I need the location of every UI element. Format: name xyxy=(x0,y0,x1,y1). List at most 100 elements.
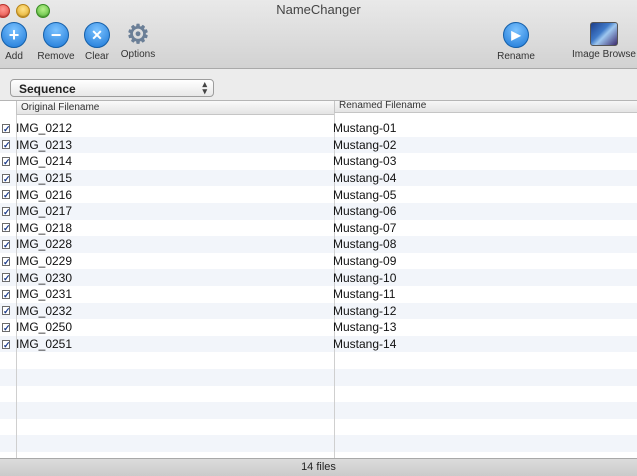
row-stripe xyxy=(0,203,637,220)
row-stripe xyxy=(0,402,637,419)
original-filename: IMG_0214 xyxy=(16,154,73,169)
table-row-original[interactable]: ✓ IMG_0250 xyxy=(0,319,72,336)
original-filename: IMG_0229 xyxy=(16,254,73,269)
row-stripe xyxy=(0,369,637,386)
original-filename: IMG_0212 xyxy=(16,121,73,136)
table-row-renamed[interactable]: Mustang-11 xyxy=(333,286,395,303)
table-row-renamed[interactable]: Mustang-06 xyxy=(333,203,396,220)
renamed-filename: Mustang-08 xyxy=(333,237,397,252)
original-filename: IMG_0216 xyxy=(16,187,73,202)
options-button[interactable]: ⚙ Options xyxy=(117,19,159,60)
table-row-original[interactable]: ✓ IMG_0251 xyxy=(0,336,72,353)
original-filename: IMG_0215 xyxy=(16,171,73,186)
table-row-original[interactable]: ✓ IMG_0231 xyxy=(0,286,72,303)
column-header-renamed[interactable]: Renamed Filename xyxy=(334,101,637,113)
table-row-renamed[interactable]: Mustang-03 xyxy=(333,153,396,170)
row-checkbox[interactable]: ✓ xyxy=(2,156,10,166)
original-filename: IMG_0232 xyxy=(16,303,73,318)
photo-icon xyxy=(590,22,618,46)
renamed-filename: Mustang-03 xyxy=(333,154,397,169)
rename-button[interactable]: ▶ Rename xyxy=(492,22,540,62)
file-count: 14 files xyxy=(301,461,336,473)
row-stripe xyxy=(0,253,637,270)
row-checkbox[interactable]: ✓ xyxy=(2,322,10,332)
column-header-original[interactable]: Original Filename xyxy=(16,101,334,115)
plus-circle-icon: + xyxy=(1,22,27,48)
image-browser-button[interactable]: Image Browse xyxy=(568,22,637,60)
table-row-original[interactable]: ✓ IMG_0218 xyxy=(0,220,72,237)
row-checkbox[interactable]: ✓ xyxy=(2,223,10,233)
row-checkbox[interactable]: ✓ xyxy=(2,123,10,133)
table-row-original[interactable]: ✓ IMG_0228 xyxy=(0,236,72,253)
row-stripe xyxy=(0,153,637,170)
row-stripe xyxy=(0,419,637,436)
table-row-renamed[interactable]: Mustang-14 xyxy=(333,336,396,353)
table-row-renamed[interactable]: Mustang-01 xyxy=(333,120,396,137)
table-row-original[interactable]: ✓ IMG_0216 xyxy=(0,186,72,203)
row-stripe xyxy=(0,220,637,237)
x-circle-icon: ✕ xyxy=(84,22,110,48)
table-row-original[interactable]: ✓ IMG_0217 xyxy=(0,203,72,220)
row-checkbox[interactable]: ✓ xyxy=(2,239,10,249)
table-row-renamed[interactable]: Mustang-04 xyxy=(333,170,396,187)
table-row-renamed[interactable]: Mustang-05 xyxy=(333,186,396,203)
renamed-filename: Mustang-11 xyxy=(333,287,396,302)
original-filename: IMG_0217 xyxy=(16,204,73,219)
row-stripe xyxy=(0,335,637,353)
row-checkbox[interactable]: ✓ xyxy=(2,306,10,316)
table-row-renamed[interactable]: Mustang-13 xyxy=(333,319,396,336)
table-row-original[interactable]: ✓ IMG_0212 xyxy=(0,120,72,137)
add-button[interactable]: + Add xyxy=(0,22,34,62)
row-checkbox[interactable]: ✓ xyxy=(2,206,10,216)
row-checkbox[interactable]: ✓ xyxy=(2,190,10,200)
row-checkbox[interactable]: ✓ xyxy=(2,289,10,299)
table-row-renamed[interactable]: Mustang-10 xyxy=(333,269,396,286)
row-checkbox[interactable]: ✓ xyxy=(2,256,10,266)
add-label: Add xyxy=(5,51,23,62)
rename-label: Rename xyxy=(497,51,535,62)
row-stripe xyxy=(0,186,637,203)
image-browser-label: Image Browse xyxy=(572,49,636,60)
table-row-original[interactable]: ✓ IMG_0232 xyxy=(0,303,72,320)
table-row-renamed[interactable]: Mustang-08 xyxy=(333,236,396,253)
original-filename: IMG_0250 xyxy=(16,320,73,335)
toolbar: NameChanger + Add − Remove ✕ Clear ⚙ Opt… xyxy=(0,0,637,69)
table-row-renamed[interactable]: Mustang-07 xyxy=(333,220,396,237)
original-filename: IMG_0228 xyxy=(16,237,73,252)
row-stripe xyxy=(0,352,637,369)
table-row-renamed[interactable]: Mustang-09 xyxy=(333,253,396,270)
table-row-original[interactable]: ✓ IMG_0215 xyxy=(0,170,72,187)
row-stripe xyxy=(0,386,637,403)
original-filename: IMG_0231 xyxy=(16,287,73,302)
row-checkbox[interactable]: ✓ xyxy=(2,140,10,150)
table-row-renamed[interactable]: Mustang-02 xyxy=(333,137,396,154)
row-stripe xyxy=(0,169,637,187)
renamed-filename: Mustang-10 xyxy=(333,270,397,285)
table-row-renamed[interactable]: Mustang-12 xyxy=(333,303,396,320)
remove-button[interactable]: − Remove xyxy=(36,22,76,62)
chevron-updown-icon: ▴ ▾ xyxy=(202,79,207,96)
mode-select[interactable]: Sequence ▴ ▾ xyxy=(10,79,214,97)
original-filename: IMG_0213 xyxy=(16,137,73,152)
play-circle-icon: ▶ xyxy=(503,22,529,48)
remove-label: Remove xyxy=(37,51,75,62)
table-row-original[interactable]: ✓ IMG_0214 xyxy=(0,153,72,170)
row-stripe xyxy=(0,319,637,336)
original-filename: IMG_0230 xyxy=(16,270,73,285)
renamed-filename: Mustang-13 xyxy=(333,320,397,335)
renamed-filename: Mustang-05 xyxy=(333,187,397,202)
clear-button[interactable]: ✕ Clear xyxy=(80,22,114,62)
mode-select-value: Sequence xyxy=(19,82,76,96)
table-row-original[interactable]: ✓ IMG_0229 xyxy=(0,253,72,270)
row-checkbox[interactable]: ✓ xyxy=(2,173,10,183)
renamed-filename: Mustang-12 xyxy=(333,303,397,318)
table-row-original[interactable]: ✓ IMG_0230 xyxy=(0,269,72,286)
renamed-filename: Mustang-09 xyxy=(333,254,397,269)
original-filename: IMG_0218 xyxy=(16,220,73,235)
gear-icon: ⚙ xyxy=(126,19,150,49)
row-stripe xyxy=(0,236,637,253)
row-checkbox[interactable]: ✓ xyxy=(2,273,10,283)
row-checkbox[interactable]: ✓ xyxy=(2,339,10,349)
row-stripe xyxy=(0,120,637,137)
table-row-original[interactable]: ✓ IMG_0213 xyxy=(0,137,72,154)
